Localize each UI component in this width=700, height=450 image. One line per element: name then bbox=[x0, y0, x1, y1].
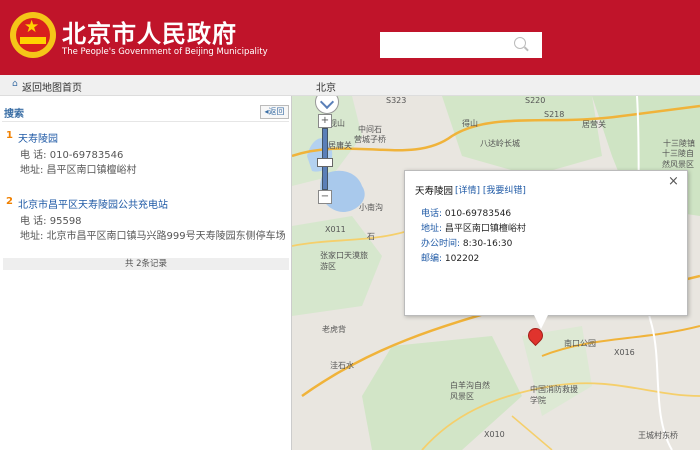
map-label: S218 bbox=[544, 110, 565, 119]
map-label: 中国消防救援学院 bbox=[530, 385, 578, 405]
map-label: X011 bbox=[325, 225, 346, 234]
map-label: 张家口天漠旅游区 bbox=[320, 251, 368, 271]
map-label: 老虎背 bbox=[322, 325, 346, 334]
national-emblem-icon: ★ bbox=[10, 12, 56, 58]
result-name-link[interactable]: 北京市昌平区天寿陵园公共充电站 bbox=[18, 196, 168, 211]
map-label: 石 bbox=[367, 232, 375, 241]
info-hours: 办公时间: 8:30-16:30 bbox=[421, 239, 513, 249]
info-window: 天寿陵园 [详情] [我要纠错] × 电话: 010-69783546 地址: … bbox=[404, 170, 688, 316]
map-label: 白羊沟自然风景区 bbox=[450, 381, 490, 401]
result-number: 1 bbox=[6, 130, 13, 141]
map-label: 洼石水 bbox=[330, 361, 354, 370]
info-postcode: 邮编: 102202 bbox=[421, 254, 480, 264]
search-results-panel: 搜索 ◂返回 1 天寿陵园 电 话: 010-69783546 地址: 昌平区南… bbox=[0, 96, 292, 450]
result-address: 地址: 昌平区南口镇檀峪村 bbox=[20, 165, 137, 176]
close-icon[interactable]: × bbox=[668, 174, 679, 189]
divider bbox=[2, 121, 289, 122]
map-label: 居营关 bbox=[582, 120, 606, 129]
map-label: 十三陵自然风景区 bbox=[662, 149, 694, 169]
map-label: 居庸关 bbox=[328, 141, 352, 150]
return-button[interactable]: ◂返回 bbox=[260, 105, 289, 119]
search-icon[interactable] bbox=[514, 37, 526, 49]
result-phone: 电 话: 010-69783546 bbox=[20, 150, 124, 161]
zoom-in-button[interactable]: + bbox=[318, 114, 332, 128]
map-label: 营城子桥 bbox=[354, 135, 386, 144]
info-address: 地址: 昌平区南口镇檀峪村 bbox=[421, 224, 526, 234]
map-label: 小南沟 bbox=[359, 203, 383, 212]
result-name-link[interactable]: 天寿陵园 bbox=[18, 130, 58, 145]
back-to-map-home-link[interactable]: 返回地图首页 bbox=[22, 79, 82, 94]
result-address: 地址: 北京市昌平区南口镇马兴路999号天寿陵园东侧停车场 bbox=[20, 231, 286, 242]
map-label: 南口公园 bbox=[564, 339, 596, 348]
map-toolbar: ⌂ 返回地图首页 北京 bbox=[0, 75, 700, 96]
map-label: S323 bbox=[386, 96, 407, 105]
zoom-out-button[interactable]: − bbox=[318, 190, 332, 204]
site-subtitle: The People's Government of Beijing Munic… bbox=[62, 47, 268, 57]
result-number: 2 bbox=[6, 196, 13, 207]
map-label: 得山 bbox=[462, 119, 478, 128]
result-phone: 电 话: 95598 bbox=[20, 216, 82, 227]
current-city[interactable]: 北京 bbox=[316, 79, 336, 94]
search-panel-title: 搜索 bbox=[4, 109, 24, 120]
zoom-slider-handle[interactable] bbox=[317, 158, 333, 167]
map-label: X016 bbox=[614, 348, 635, 357]
result-count: 共 2条记录 bbox=[3, 258, 289, 270]
detail-correction-links[interactable]: [详情] [我要纠错] bbox=[455, 183, 526, 196]
info-phone: 电话: 010-69783546 bbox=[421, 209, 512, 219]
list-item[interactable]: 2 北京市昌平区天寿陵园公共充电站 电 话: 95598 地址: 北京市昌平区南… bbox=[6, 196, 286, 246]
site-title: 北京市人民政府 bbox=[62, 20, 237, 48]
map-label: 王城村东桥 bbox=[638, 431, 678, 440]
info-window-title: 天寿陵园 bbox=[415, 186, 454, 197]
map-label: X010 bbox=[484, 430, 505, 439]
map-label: S220 bbox=[525, 96, 546, 105]
list-item[interactable]: 1 天寿陵园 电 话: 010-69783546 地址: 昌平区南口镇檀峪村 bbox=[6, 130, 286, 180]
map-label: 八达岭长城 bbox=[480, 139, 520, 148]
home-icon[interactable]: ⌂ bbox=[12, 79, 18, 89]
site-header: ★ 北京市人民政府 The People's Government of Bei… bbox=[0, 0, 700, 75]
